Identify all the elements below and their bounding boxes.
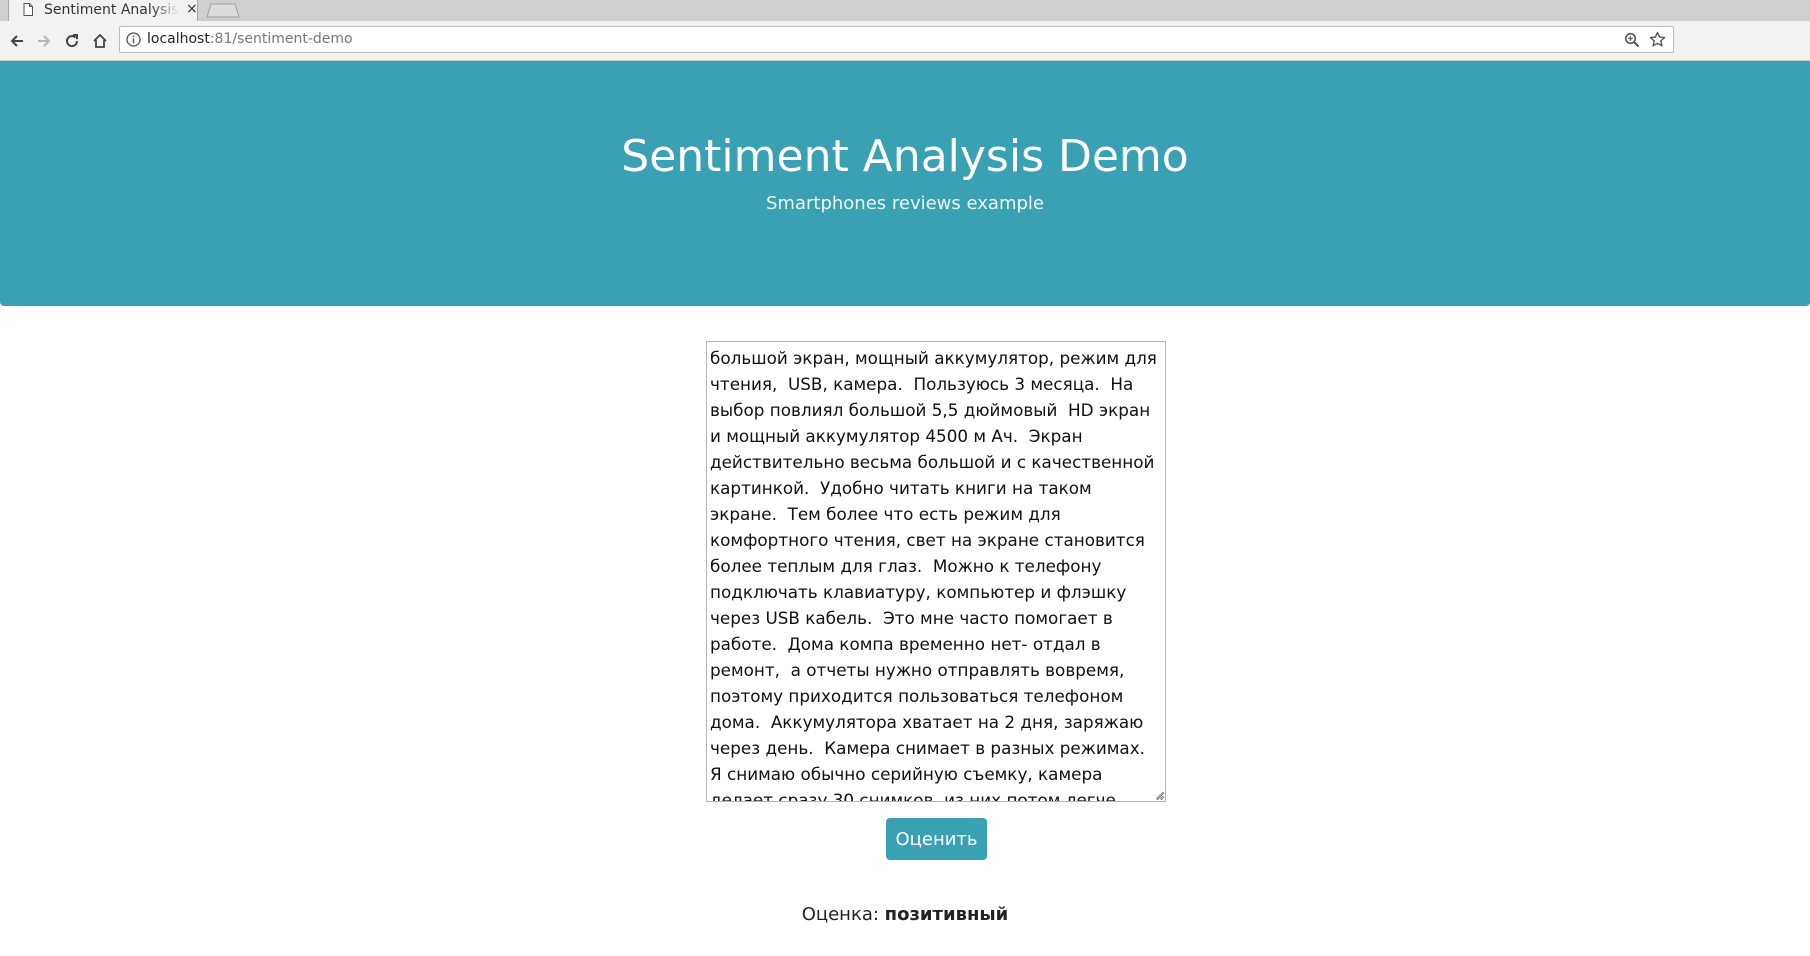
star-icon[interactable] <box>1649 31 1666 48</box>
url-text: localhost:81/sentiment-demo <box>147 31 353 47</box>
resize-grip-icon[interactable] <box>1154 790 1164 800</box>
browser-tab[interactable]: Sentiment Analysis Demo × <box>8 0 198 21</box>
reload-icon <box>66 34 79 48</box>
result-value: позитивный <box>884 904 1009 925</box>
tab-title: Sentiment Analysis Demo <box>44 2 179 18</box>
url-host: localhost <box>147 31 210 47</box>
back-button[interactable] <box>5 29 29 53</box>
new-tab-button[interactable] <box>206 3 240 18</box>
page-title: Sentiment Analysis Demo <box>621 131 1189 182</box>
sentiment-result: Оценка: позитивный <box>0 904 1810 925</box>
zoom-icon[interactable] <box>1624 32 1640 48</box>
url-path: :81/sentiment-demo <box>209 31 353 47</box>
page-subtitle: Smartphones reviews example <box>766 193 1044 214</box>
arrow-right-icon <box>38 35 51 47</box>
home-button[interactable] <box>88 29 112 53</box>
forward-button[interactable] <box>32 29 56 53</box>
reload-button[interactable] <box>60 29 84 53</box>
page-icon <box>23 3 33 16</box>
browser-toolbar: localhost:81/sentiment-demo <box>0 21 1810 61</box>
arrow-left-icon <box>10 35 23 47</box>
evaluate-button[interactable]: Оценить <box>886 818 987 860</box>
review-textarea[interactable]: большой экран, мощный аккумулятор, режим… <box>706 341 1166 802</box>
tab-strip: Sentiment Analysis Demo × <box>0 0 1810 21</box>
result-label: Оценка: <box>801 904 879 925</box>
home-icon <box>93 33 107 48</box>
address-bar[interactable]: localhost:81/sentiment-demo <box>119 26 1674 53</box>
hero-banner: Sentiment Analysis Demo Smartphones revi… <box>0 61 1810 306</box>
info-icon[interactable] <box>126 32 141 47</box>
tab-close-icon[interactable]: × <box>186 1 198 17</box>
